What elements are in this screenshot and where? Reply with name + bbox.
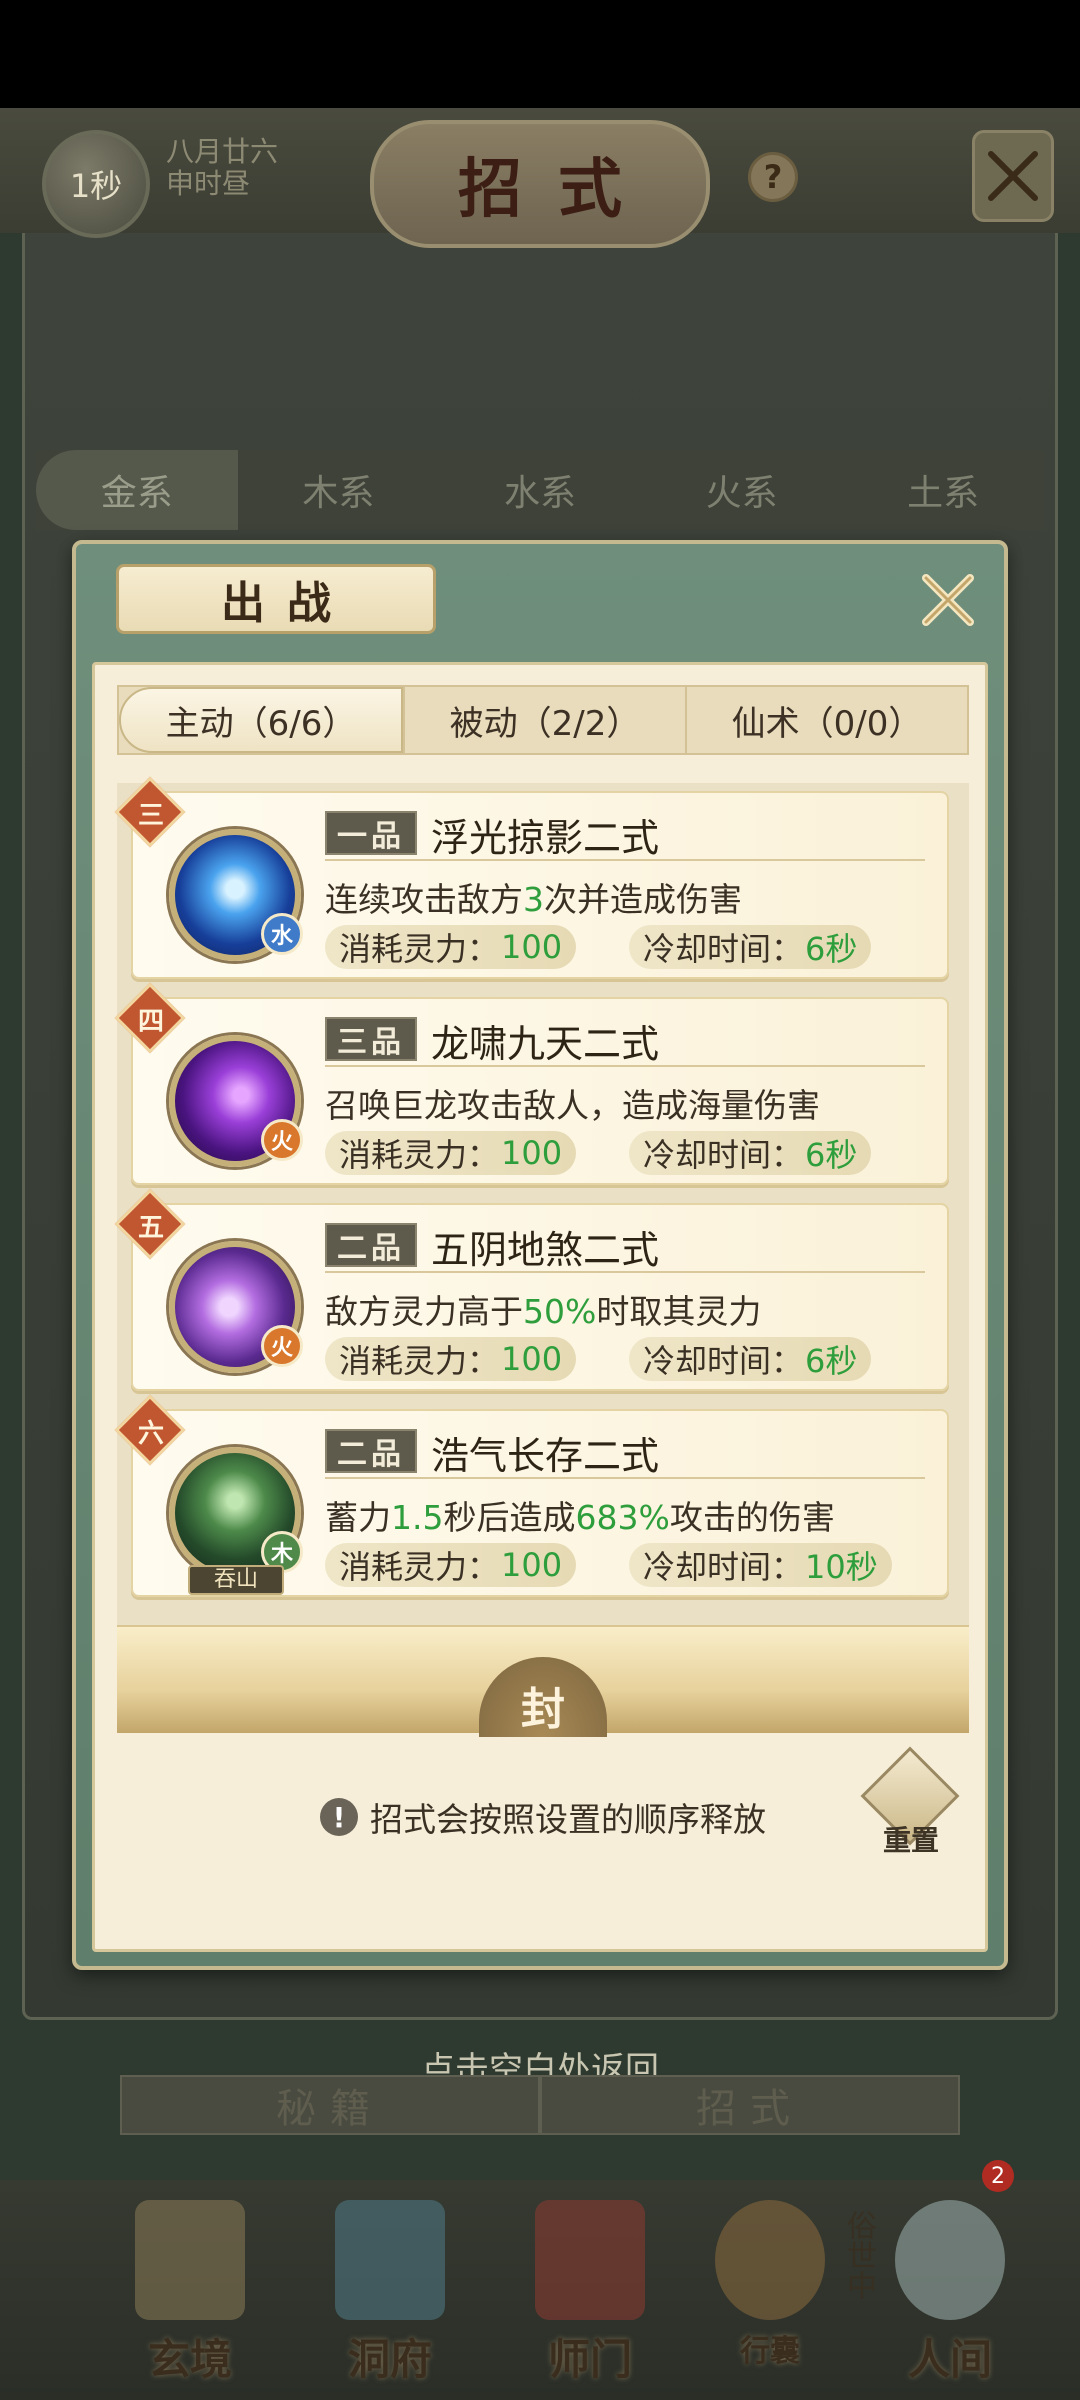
bag-icon [715, 2200, 825, 2320]
element-badge: 火 [261, 1325, 303, 1367]
nav-label: 洞府 [347, 2335, 432, 2384]
skill-description: 召唤巨龙攻击敌人，造成海量伤害 [325, 1086, 820, 1125]
cooldown: 冷却时间： 10秒 [629, 1543, 892, 1587]
battle-loadout-dialog: 出战 主动（6/6） 被动（2/2） 仙术（0/0） 三 水 一品 浮光掠影二式… [72, 540, 1008, 1970]
close-icon [922, 574, 974, 626]
rank-tag: 三品 [325, 1017, 417, 1061]
skill-name: 龙啸九天二式 [431, 1022, 660, 1066]
date-line1: 八月廿六 [166, 135, 279, 168]
scroll-icon [135, 2200, 245, 2320]
spirit-cost: 消耗灵力： 100 [325, 925, 577, 969]
skill-card[interactable]: 六 木 吞山 二品 浩气长存二式 蓄力1.5秒后造成683%攻击的伤害 消耗灵力… [114, 1394, 949, 1597]
order-number: 五 [137, 1213, 164, 1243]
dialog-title: 出战 [116, 564, 436, 634]
dialog-title-text: 出战 [221, 578, 353, 629]
exclamation-icon: ! [320, 1798, 358, 1836]
tab-wood[interactable]: 木系 [238, 450, 440, 530]
nav-bag[interactable]: 行囊 [690, 2200, 850, 2400]
page-title: 招式 [370, 120, 710, 248]
help-icon[interactable]: ? [748, 152, 798, 202]
skill-card[interactable]: 四 火 三品 龙啸九天二式 召唤巨龙攻击敌人，造成海量伤害 消耗灵力： 100 冷… [114, 982, 949, 1185]
divider [325, 1065, 925, 1067]
divider [325, 1271, 925, 1273]
skill-card[interactable]: 三 水 一品 浮光掠影二式 连续攻击敌方3次并造成伤害 消耗灵力： 100 冷却时… [114, 776, 949, 979]
dialog-body: 主动（6/6） 被动（2/2） 仙术（0/0） 三 水 一品 浮光掠影二式 连续… [92, 662, 988, 1952]
tab-active[interactable]: 主动（6/6） [119, 687, 403, 753]
banner-icon [535, 2200, 645, 2320]
cooldown: 冷却时间： 6秒 [629, 925, 872, 969]
seal-emblem: 封 [479, 1657, 607, 1737]
landscape-icon [895, 2200, 1005, 2320]
skill-name: 浩气长存二式 [431, 1434, 660, 1478]
nav-side-label: 俗世中 [841, 2210, 876, 2300]
tab-water[interactable]: 水系 [439, 450, 641, 530]
spirit-cost: 消耗灵力： 100 [325, 1131, 577, 1175]
skill-description: 连续攻击敌方3次并造成伤害 [325, 880, 742, 919]
tab-immortal-arts[interactable]: 仙术（0/0） [685, 687, 967, 753]
nav-xuanjing[interactable]: 玄境 [110, 2200, 270, 2400]
reset-label: 重置 [882, 1824, 939, 1857]
cooldown: 冷却时间： 6秒 [629, 1337, 872, 1381]
nav-label: 人间 [907, 2335, 992, 2384]
timer-badge: 1秒 [42, 130, 150, 238]
reset-button[interactable]: 重置 [860, 1746, 961, 1865]
page-title-text: 招式 [458, 152, 658, 227]
element-badge: 水 [261, 913, 303, 955]
tab-moves[interactable]: 招式 [540, 2075, 960, 2135]
divider [325, 859, 925, 861]
element-tabs: 金系 木系 水系 火系 土系 [36, 450, 1044, 530]
order-number: 四 [137, 1007, 164, 1037]
close-page-button[interactable] [972, 130, 1054, 222]
hint-text: 招式会按照设置的顺序释放 [370, 1800, 766, 1839]
rank-tag: 二品 [325, 1429, 417, 1473]
tab-manuals[interactable]: 秘籍 [120, 2075, 540, 2135]
date-line2: 申时昼 [166, 167, 251, 200]
spirit-cost: 消耗灵力： 100 [325, 1337, 577, 1381]
skill-type-tabs: 主动（6/6） 被动（2/2） 仙术（0/0） [117, 685, 969, 755]
tab-metal[interactable]: 金系 [36, 450, 238, 530]
skill-description: 敌方灵力高于50%时取其灵力 [325, 1292, 762, 1331]
date-display: 八月廿六 申时昼 [166, 136, 278, 200]
crossed-swords-icon [988, 151, 1038, 201]
order-hint: ! 招式会按照设置的顺序释放 [95, 1793, 991, 1841]
order-number: 六 [137, 1419, 164, 1449]
pavilion-icon [335, 2200, 445, 2320]
nav-label: 玄境 [147, 2335, 232, 2384]
tab-fire[interactable]: 火系 [641, 450, 843, 530]
nav-label: 师门 [547, 2335, 632, 2384]
skill-list: 三 水 一品 浮光掠影二式 连续攻击敌方3次并造成伤害 消耗灵力： 100 冷却时… [114, 776, 969, 1737]
sealed-slot[interactable]: 封 [117, 1625, 969, 1737]
nav-renjian[interactable]: 人间 [870, 2200, 1030, 2400]
divider [325, 1477, 925, 1479]
nav-label: 行囊 [740, 2334, 800, 2369]
element-badge: 火 [261, 1119, 303, 1161]
spirit-cost: 消耗灵力： 100 [325, 1543, 577, 1587]
rank-tag: 二品 [325, 1223, 417, 1267]
skill-name: 五阴地煞二式 [431, 1228, 660, 1272]
notification-badge: 2 [982, 2160, 1014, 2192]
skill-card[interactable]: 五 火 二品 五阴地煞二式 敌方灵力高于50%时取其灵力 消耗灵力： 100 冷却… [114, 1188, 949, 1391]
nav-dongfu[interactable]: 洞府 [310, 2200, 470, 2400]
rank-tag: 一品 [325, 811, 417, 855]
tab-passive[interactable]: 被动（2/2） [403, 687, 685, 753]
skill-description: 蓄力1.5秒后造成683%攻击的伤害 [325, 1498, 835, 1537]
skill-nickname-tag: 吞山 [188, 1565, 284, 1595]
tab-earth[interactable]: 土系 [842, 450, 1044, 530]
bottom-tabs: 秘籍 招式 [120, 2075, 960, 2135]
cooldown: 冷却时间： 6秒 [629, 1131, 872, 1175]
dialog-close-button[interactable] [916, 568, 980, 632]
skill-name: 浮光掠影二式 [431, 816, 660, 860]
nav-shimen[interactable]: 师门 [510, 2200, 670, 2400]
seal-label: 封 [521, 1684, 565, 1735]
order-number: 三 [137, 801, 164, 831]
